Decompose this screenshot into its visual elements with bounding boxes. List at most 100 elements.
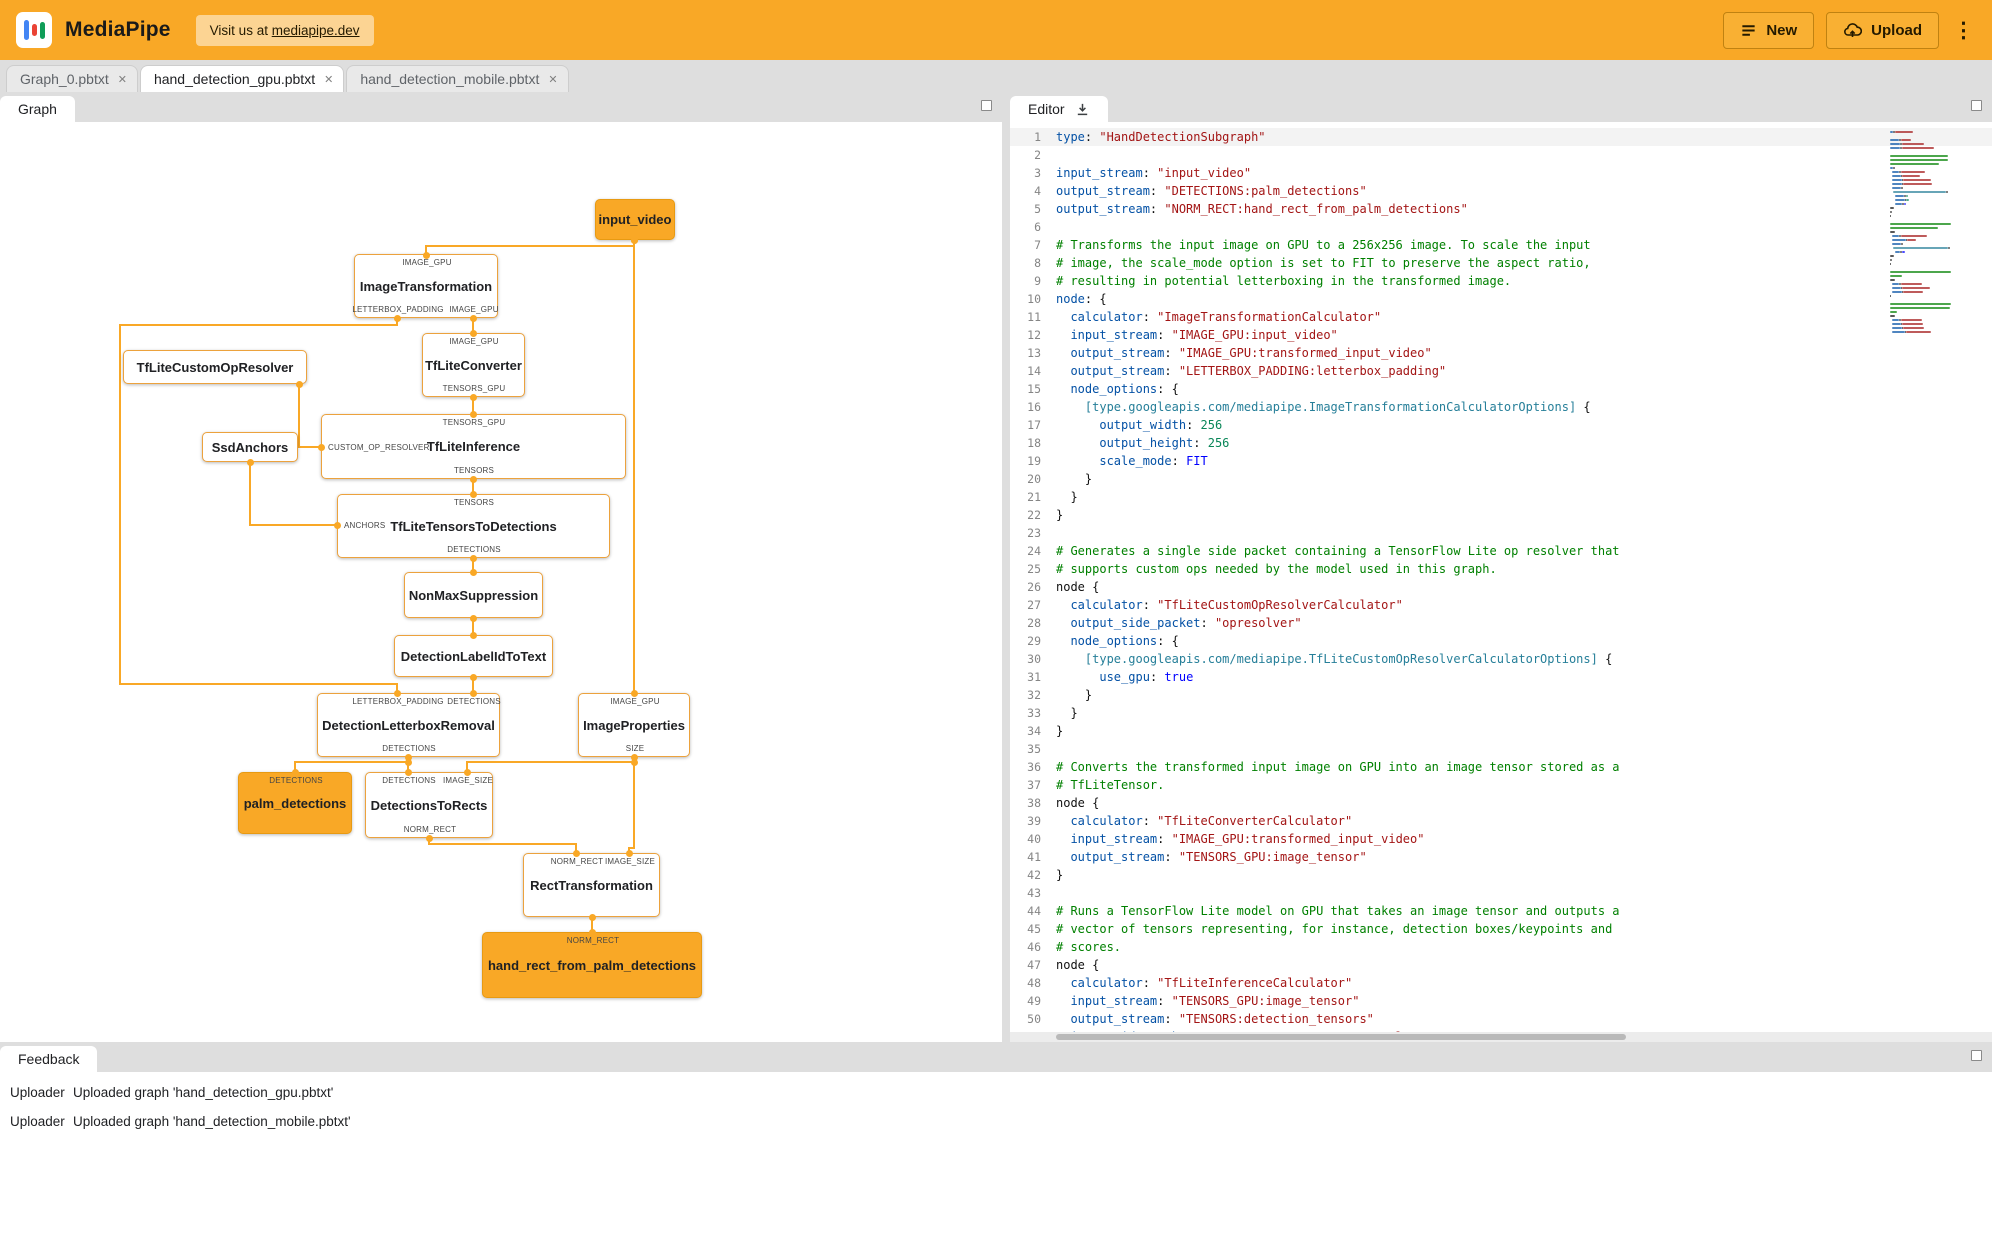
code-token: "DETECTIONS:palm_detections" — [1164, 184, 1367, 198]
node-label: ImageProperties — [583, 717, 685, 733]
line-number: 21 — [1027, 490, 1041, 504]
topbar-actions: New Upload ⋮ — [1723, 11, 1976, 49]
scrollbar-thumb[interactable] — [1056, 1034, 1626, 1040]
code-line: 5 output_stream: "NORM_RECT:hand_rect_fro… — [1010, 200, 1992, 218]
popout-icon-editor[interactable] — [1971, 100, 1982, 111]
graph-node-DetectionLetterboxRemoval[interactable]: LETTERBOX_PADDING DETECTIONS DETECTIONS Det… — [317, 693, 501, 757]
graph-tab[interactable]: Graph — [0, 96, 75, 122]
port-label: LETTERBOX_PADDING — [352, 697, 444, 706]
tab-close-icon[interactable]: ✕ — [324, 73, 333, 86]
code-token: # resulting in potential letterboxing in… — [1056, 274, 1512, 288]
file-tab[interactable]: hand_detection_mobile.pbtxt ✕ — [346, 65, 569, 92]
line-number: 9 — [1034, 274, 1041, 288]
minimap-segment — [1900, 234, 1928, 238]
port-dot — [469, 554, 477, 562]
tab-close-icon[interactable]: ✕ — [548, 73, 557, 86]
graph-canvas[interactable]: input_video IMAGE_GPU LETTERBOX_PADDING IMA… — [0, 122, 1002, 1042]
code-token: # Generates a single side packet contain… — [1056, 544, 1620, 558]
code-text: } — [1056, 686, 1092, 704]
feedback-panel-strip: Feedback — [0, 1042, 1992, 1072]
minimap-segment — [1900, 170, 1926, 174]
graph-node-SsdAnchors[interactable]: SsdAnchors — [202, 432, 298, 462]
node-label: SsdAnchors — [211, 439, 289, 455]
feedback-tab[interactable]: Feedback — [0, 1046, 98, 1072]
code-token: "LETTERBOX_PADDING:letterbox_padding" — [1178, 364, 1447, 378]
line-number: 34 — [1027, 724, 1041, 738]
code-text: output_width: 256 — [1056, 416, 1222, 434]
graph-node-palm_detections[interactable]: DETECTIONS palm_detections — [238, 772, 352, 834]
graph-node-TfLiteConverter[interactable]: IMAGE_GPU TENSORS_GPU TfLiteConverter — [422, 333, 525, 397]
code-line: 7 # Transforms the input image on GPU to … — [1010, 236, 1992, 254]
graph-node-DetectionsToRects[interactable]: DETECTIONS IMAGE_SIZE NORM_RECT DetectionsT… — [365, 772, 493, 838]
minimap-segment — [1903, 182, 1933, 186]
more-options-icon[interactable]: ⋮ — [1951, 18, 1976, 43]
workspace: Graph input_video IMAGE_GPU LETTERBOX_PADD… — [0, 92, 1992, 1042]
code-line: 8 # image, the scale_mode option is set t… — [1010, 254, 1992, 272]
download-icon[interactable] — [1075, 102, 1090, 117]
file-tab[interactable]: hand_detection_gpu.pbtxt ✕ — [139, 65, 345, 92]
line-number: 36 — [1027, 760, 1041, 774]
code-line: 19 scale_mode: FIT — [1010, 452, 1992, 470]
code-line: 15 node_options: { — [1010, 380, 1992, 398]
code-token: input_stream — [1070, 832, 1158, 846]
code-token: : — [1164, 850, 1179, 864]
code-line: 38 node { — [1010, 794, 1992, 812]
tab-close-icon[interactable]: ✕ — [118, 73, 127, 86]
minimap-segment — [1890, 230, 1895, 234]
code-text: [type.googleapis.com/mediapipe.ImageTran… — [1056, 398, 1591, 416]
graph-node-TfLiteCustomOpResolver[interactable]: TfLiteCustomOpResolver — [123, 350, 307, 384]
editor-tab[interactable]: Editor — [1010, 96, 1108, 122]
code-line: 16 [type.googleapis.com/mediapipe.ImageT… — [1010, 398, 1992, 416]
code-token: : — [1200, 616, 1215, 630]
minimap-row — [1890, 330, 1980, 334]
line-number: 14 — [1027, 364, 1041, 378]
code-token: "IMAGE_GPU:transformed_input_video" — [1178, 346, 1432, 360]
minimap-segment — [1902, 174, 1921, 178]
minimap-segment — [1946, 190, 1948, 194]
editor-minimap[interactable] — [1890, 130, 1980, 334]
new-button-label: New — [1766, 21, 1798, 39]
code-token: type — [1056, 130, 1085, 144]
line-number: 7 — [1034, 238, 1041, 252]
minimap-segment — [1890, 138, 1900, 142]
code-token: } — [1056, 706, 1078, 720]
graph-node-TfLiteTensorsToDetections[interactable]: TENSORS DETECTIONS ANCHORS TfLiteTensorsToD… — [337, 494, 610, 558]
minimap-segment — [1890, 251, 1895, 254]
node-label: TfLiteCustomOpResolver — [136, 359, 294, 375]
upload-button[interactable]: Upload — [1826, 11, 1939, 49]
code-token: : — [1164, 1012, 1179, 1026]
code-token: calculator — [1070, 310, 1143, 324]
popout-icon-graph[interactable] — [981, 100, 992, 111]
code-text: output_height: 256 — [1056, 434, 1229, 452]
graph-node-DetectionLabelIdToText[interactable]: DetectionLabelIdToText — [394, 635, 553, 677]
line-number: 1 — [1034, 130, 1041, 144]
app-title: MediaPipe — [65, 18, 171, 41]
graph-node-TfLiteInference[interactable]: TENSORS_GPU TENSORS CUSTOM_OP_RESOLVER TfLi… — [321, 414, 626, 479]
minimap-segment — [1904, 202, 1907, 206]
file-tab[interactable]: Graph_0.pbtxt ✕ — [6, 65, 138, 92]
code-line: 41 output_stream: "TENSORS_GPU:image_ten… — [1010, 848, 1992, 866]
minimap-segment — [1890, 306, 1951, 310]
graph-node-ImageTransformation[interactable]: IMAGE_GPU LETTERBOX_PADDING IMAGE_GPU Image… — [352, 254, 498, 318]
graph-node-RectTransformation[interactable]: NORM_RECT IMAGE_SIZE RectTransformation — [523, 853, 660, 917]
graph-node-NonMaxSuppression[interactable]: NonMaxSuppression — [404, 572, 543, 618]
graph-node-input_video[interactable]: input_video — [595, 199, 675, 240]
feedback-row: Uploader Uploaded graph 'hand_detection_g… — [0, 1080, 1992, 1109]
code-token: : — [1142, 310, 1158, 324]
minimap-segment — [1894, 198, 1905, 202]
code-text: node { — [1056, 578, 1099, 596]
code-token: "TENSORS_GPU:image_tensor" — [1178, 850, 1367, 864]
popout-icon-feedback[interactable] — [1971, 1050, 1982, 1061]
graph-node-ImageProperties[interactable]: IMAGE_GPU SIZE ImageProperties — [578, 693, 690, 757]
editor-horizontal-scrollbar[interactable] — [1010, 1032, 1992, 1042]
mediapipe-dev-link[interactable]: mediapipe.dev — [272, 23, 360, 38]
code-line: 17 output_width: 256 — [1010, 416, 1992, 434]
code-text: # Runs a TensorFlow Lite model on GPU th… — [1056, 902, 1620, 920]
new-button[interactable]: New — [1723, 11, 1815, 49]
feedback-tab-label: Feedback — [18, 1051, 80, 1067]
code-editor[interactable]: 1 type: "HandDetectionSubgraph" 2 3 input_st… — [1010, 122, 1992, 1042]
graph-node-hand_rect_from_palm_detections[interactable]: NORM_RECT hand_rect_from_palm_detections — [482, 932, 702, 998]
code-token: calculator — [1070, 598, 1143, 612]
code-line: 49 input_stream: "TENSORS_GPU:image_tens… — [1010, 992, 1992, 1010]
